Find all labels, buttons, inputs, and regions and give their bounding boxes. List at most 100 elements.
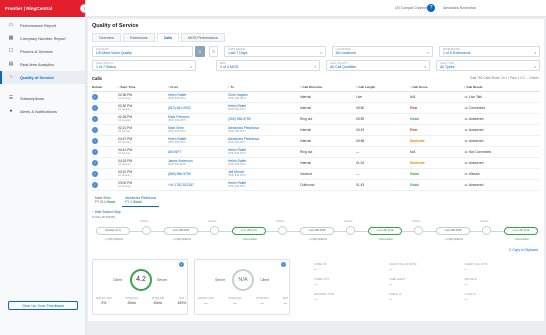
info-icon[interactable]: i [179, 262, 184, 267]
column-header[interactable]: ↕ Call Direction [300, 83, 356, 92]
user-menu[interactable]: Alexandra Rosenthal [443, 6, 476, 10]
stat-label: MOS [282, 298, 288, 300]
to-number: (506) 909-9577 [228, 141, 246, 144]
transfer-label: Transfer [140, 221, 149, 223]
tab-calls[interactable]: Calls [156, 33, 180, 42]
info-field: DEVICE ID — [465, 278, 540, 288]
column-header[interactable]: ↕ Call Length [356, 83, 410, 92]
from-party[interactable]: (512) 661-0932 [168, 106, 191, 110]
from-party[interactable]: +44 1752 512287 [168, 183, 194, 187]
tab-extensions[interactable]: Extensions [122, 33, 155, 42]
info-value: — [314, 297, 317, 301]
to-cell: Helen Ratlet (506) 909-9572 [228, 146, 300, 158]
chevron-down-icon: ▾ [190, 65, 192, 69]
expand-details-icon[interactable]: › [92, 115, 98, 122]
sidebar-item-performance-report[interactable]: ▭ Performance Report [0, 19, 85, 32]
table-row[interactable]: › 02:36 PM 19 January Helen Ratlet (506) 909… [92, 91, 540, 103]
to-party[interactable]: (305) 996-5755 [228, 117, 251, 121]
locations-filter[interactable]: LOCATIONS All Locations ▾ [331, 46, 433, 57]
table-row[interactable]: › 04:47 PM 18 January Helen Ratlet (506) 909… [92, 135, 540, 147]
table-row[interactable]: › 02:21 PM 19 January Mark Shen (506) 909-95… [92, 124, 540, 136]
table-row[interactable]: › 04:15 PM 18 January James Anderson (506) 9… [92, 157, 540, 169]
info-field: NETWORK TYPE — [314, 293, 389, 303]
start-date: 19 January [118, 108, 131, 111]
table-row[interactable]: › 02:30 PM 19 January (512) 661-0932 Helen R… [92, 102, 540, 114]
account-filter[interactable]: ACCOUNT US-Mast Voice Quality [92, 46, 194, 57]
column-header[interactable]: ↕ Call Score [410, 83, 464, 92]
from-number: (506) 909-9572 [168, 141, 186, 144]
search-button[interactable]: ⌕ [195, 46, 205, 57]
sidebar-item-alerts-notifications[interactable]: ♠ Alerts & Notifications [0, 105, 85, 118]
extensions-filter[interactable]: EXTENSIONS 1 of 5 Extensions ▾ [438, 46, 540, 57]
details-cell: › [92, 146, 118, 158]
tab-overview[interactable]: Overview [92, 33, 121, 42]
expand-details-icon[interactable]: › [92, 137, 98, 144]
details-cell: › [92, 102, 118, 114]
hide-session-map-link[interactable]: − Hide Session Map [92, 210, 121, 214]
session-node[interactable]: Lost 14B 2018 Haven Ratlet [368, 227, 402, 241]
column-header[interactable]: ↓ Start Time [118, 83, 168, 92]
stat-label: JITTER MIN [255, 298, 269, 300]
analytics-icon: ▤ [8, 61, 14, 67]
channel-label[interactable]: US Compat Channel [395, 6, 427, 10]
detail-tab-mark-shen[interactable]: Mark Shen FY 214 Good [92, 195, 118, 207]
expand-details-icon[interactable]: › [92, 104, 98, 111]
phone-icon: ☐ [8, 48, 14, 54]
pagination[interactable]: Total 753 Calls Show: 10 ▾ ‹ Prev 1 2 3 … [469, 76, 540, 80]
phone-icon: ☏ [464, 182, 469, 187]
sidebar-item-company-number-report[interactable]: ▦ Company Number Report [0, 32, 85, 45]
sidebar-item-phones-devices[interactable]: ☐ Phones & Devices [0, 45, 85, 58]
sidebar-item-label: Quality of Service [20, 75, 54, 80]
stat-value: — [260, 301, 264, 305]
copy-to-clipboard-link[interactable]: ⎘ Copy to Clipboard [509, 248, 538, 252]
transfer-label: Transfer [276, 221, 285, 223]
sidebar-item-quality-of-service[interactable]: ○ Quality of Service [0, 71, 85, 84]
detail-tab-alexandra-pleshkova[interactable]: Alexandra Pleshkova FY 1 Good [122, 195, 160, 207]
expand-details-icon[interactable]: › [92, 159, 98, 166]
sidebar-item-subscriptions[interactable]: ☰ Subscriptions [0, 92, 85, 105]
from-party[interactable]: AB E6FT [168, 150, 181, 154]
from-party[interactable]: (856) 856-9759 [168, 172, 191, 176]
feedback-button[interactable]: Give Us Your Feedback [8, 301, 78, 310]
table-row[interactable]: › 03:22 PM 18 January (856) 856-9759 Jeff Mo… [92, 168, 540, 180]
refresh-icon[interactable]: ↻ [208, 46, 219, 57]
expand-details-icon[interactable]: › [92, 170, 98, 177]
call-length-cell: 00:19 [356, 124, 410, 136]
column-header[interactable]: ↕ From [168, 83, 228, 92]
table-row[interactable]: › 02:26 PM 19 January Mark Peterson (506) 90… [92, 113, 540, 125]
tab-mos-performance[interactable]: MOS Performance [181, 33, 225, 42]
session-node[interactable]: Lost 14B 0511 +1 (506) 9096211 [164, 227, 198, 241]
session-node[interactable]: Desktop (0.1) +1 (506) 9096211 [96, 227, 130, 241]
stat-label: JITTER MAX [124, 298, 139, 300]
sidebar-item-realtime-analytics[interactable]: ▤ Real-time Analytics [0, 58, 85, 71]
brand-logo[interactable]: Frontier | RingCentral ‹ [0, 0, 89, 17]
column-header[interactable]: ↕ Call Result [464, 83, 540, 92]
to-number: (506) 909-9572 [228, 185, 246, 188]
call-score: Good [410, 171, 419, 176]
transfer-label: Transfer [480, 221, 489, 223]
call-status-filter[interactable]: CALL STATUS 1 of 7 Status ▾ [92, 60, 196, 71]
call-score-cell: Moderate [410, 135, 464, 147]
session-node[interactable]: Lost 14B 2011 Haven Ratlet [232, 227, 266, 241]
call-quality-filter[interactable]: CALL QUALITY All Call Qualities ▾ [326, 60, 430, 71]
expand-details-icon[interactable]: › [92, 148, 98, 155]
expand-details-icon[interactable]: › [92, 126, 98, 133]
table-row[interactable]: › 04:41 PM 18 January AB E6FT Helen Ratlet (5… [92, 146, 540, 158]
session-node[interactable]: Lost 14B 2018 Haven Ratlet [504, 227, 538, 241]
date-range-filter[interactable]: DATE RANGE Last 7 Days ▾ [224, 46, 326, 57]
from-cell: Helen Ratlet (506) 909-9572 [168, 135, 228, 147]
mos-filter[interactable]: MOS 0 of 4 MOS ▾ [216, 60, 320, 71]
filter-value: All Locations [335, 51, 357, 55]
table-row[interactable]: › 03:02 PM 18 January +44 1752 512287 Helen … [92, 179, 540, 191]
session-node[interactable]: Lost 14B 2018 +1 (506) 9096211 [436, 227, 470, 241]
info-icon[interactable]: i [281, 262, 286, 267]
help-icon[interactable]: ? [427, 4, 435, 12]
from-cell: (856) 856-9759 [168, 168, 228, 180]
call-type-filter[interactable]: CALL TYPE All Types ▾ [436, 60, 540, 71]
expand-details-icon[interactable]: › [92, 93, 98, 100]
column-header[interactable]: ↕ To [228, 83, 300, 92]
session-node-sub: Haven Ratlet [243, 239, 257, 241]
stat-label: JITTER MAX [228, 298, 242, 300]
expand-details-icon[interactable]: › [92, 181, 98, 188]
session-node[interactable]: Lost 14B 2018 +1 (506) 9096211 [300, 227, 334, 241]
